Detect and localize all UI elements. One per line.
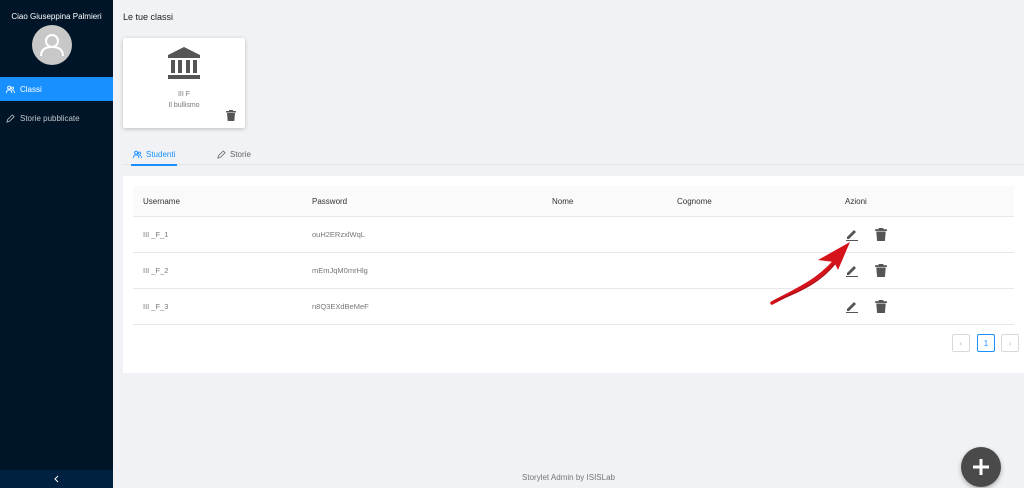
trash-icon[interactable] [875,228,887,241]
add-class-button[interactable] [961,447,1001,487]
pen-icon [6,113,15,123]
tab-bar: Studenti Storie [123,144,1024,166]
sidebar-item-label: Classi [20,84,42,94]
column-header-azioni: Azioni [845,197,867,206]
sidebar-item-label: Storie pubblicate [20,113,80,123]
table-row: III _F_1 ouH2ERzxlWqL [133,217,1014,253]
sidebar-item-storie-pubblicate[interactable]: Storie pubblicate [0,106,113,130]
pagination-next[interactable]: › [1001,334,1019,352]
column-header-password: Password [312,197,348,206]
user-greeting: Ciao Giuseppina Palmieri [11,12,102,21]
trash-icon[interactable] [875,264,887,277]
column-header-username: Username [143,197,180,206]
trash-icon[interactable] [875,300,887,313]
footer: Storylet Admin by ISISLab [522,473,615,482]
sidebar: Ciao Giuseppina Palmieri Classi Storie p… [0,0,113,488]
cell-password: ouH2ERzxlWqL [312,230,365,239]
team-icon [133,150,142,159]
cell-password: n8Q3EXdBeMeF [312,302,369,311]
class-subtitle: Il bullismo [168,102,200,109]
cell-username: III _F_2 [143,266,169,275]
edit-icon[interactable] [845,264,858,277]
tab-studenti[interactable]: Studenti [130,144,178,166]
trash-icon[interactable] [226,110,236,121]
tab-storie[interactable]: Storie [217,144,251,165]
table-row: III _F_3 n8Q3EXdBeMeF [133,289,1014,325]
column-header-nome: Nome [552,197,574,206]
class-card[interactable]: III F Il bullismo [123,38,245,128]
team-icon [6,85,15,93]
tab-label: Storie [230,150,251,159]
pen-icon [217,150,226,159]
sidebar-item-classi[interactable]: Classi [0,77,113,101]
page-title: Le tue classi [123,12,174,22]
user-icon [40,34,64,57]
sidebar-collapse-button[interactable] [0,470,113,488]
column-header-cognome: Cognome [677,197,712,206]
edit-icon[interactable] [845,300,858,313]
pagination-prev[interactable]: ‹ [952,334,970,352]
class-name: III F [177,91,191,98]
students-table-card: Username Password Nome Cognome Azioni II… [123,176,1024,373]
tab-label: Studenti [146,150,176,159]
pagination-page-1[interactable]: 1 [977,334,995,352]
table-row: III _F_2 mEmJqM0mrHlg [133,253,1014,289]
cell-username: III _F_1 [143,230,169,239]
plus-icon [973,459,989,475]
avatar[interactable] [32,25,72,65]
edit-icon[interactable] [845,228,858,241]
bank-icon [168,47,200,79]
cell-password: mEmJqM0mrHlg [312,266,368,275]
cell-username: III _F_3 [143,302,169,311]
chevron-left-icon [53,475,58,483]
table-header: Username Password Nome Cognome Azioni [133,186,1014,217]
